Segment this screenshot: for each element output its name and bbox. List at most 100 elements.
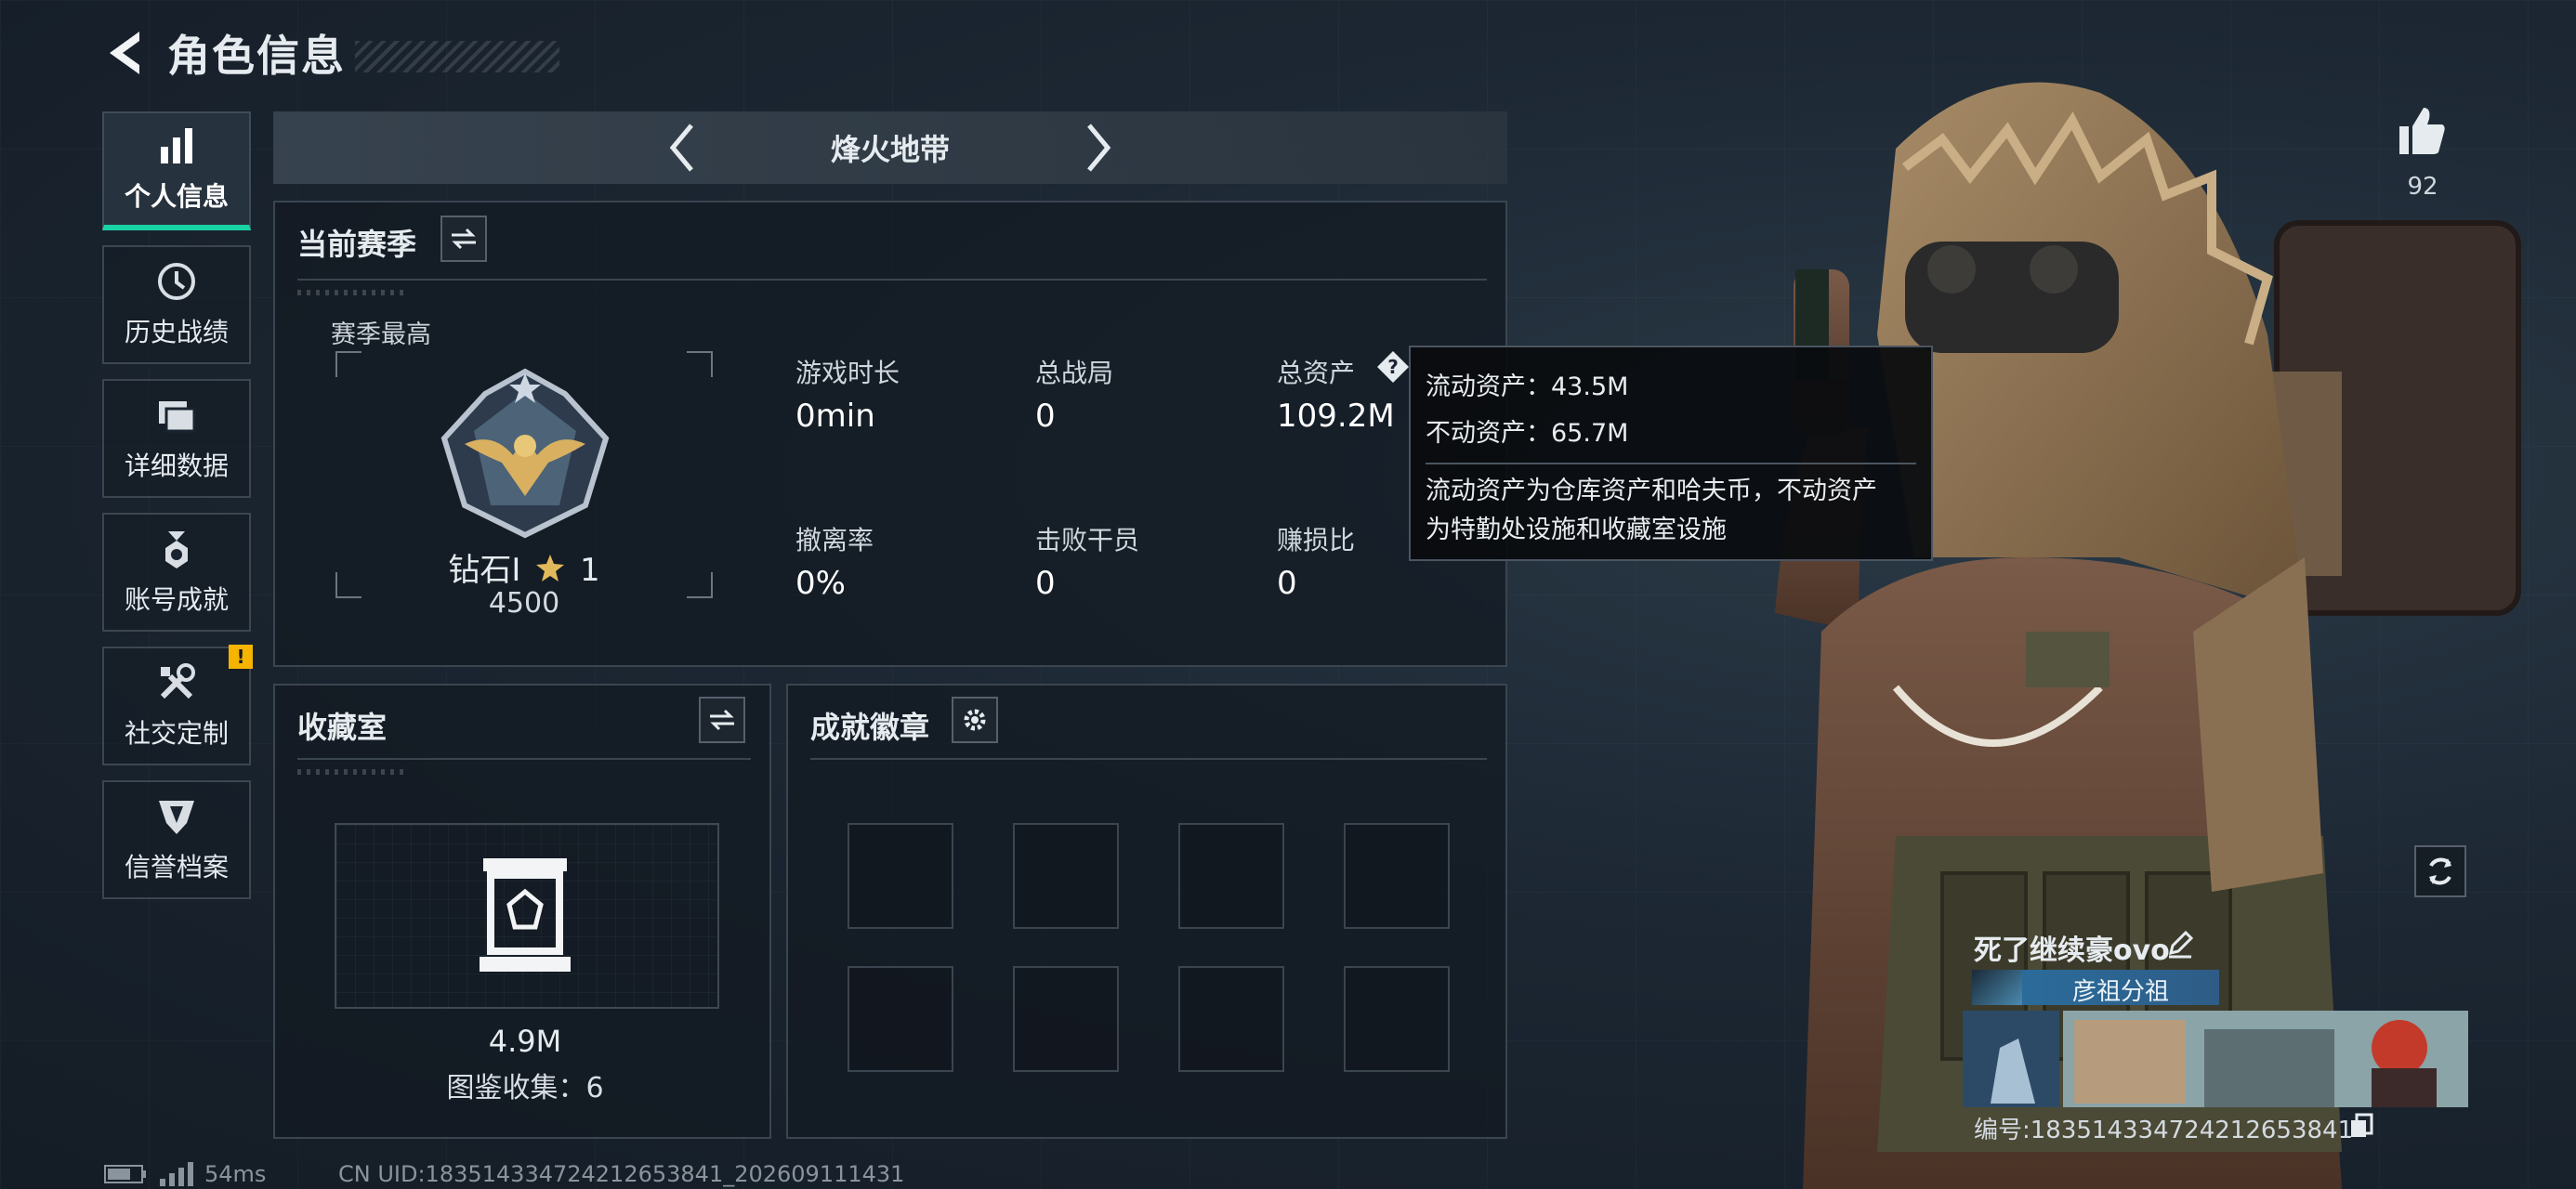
folder-icon bbox=[159, 401, 196, 433]
sidebar-item-label: 信誉档案 bbox=[124, 852, 229, 882]
rank-emblem-icon bbox=[440, 368, 610, 539]
season-divider bbox=[297, 279, 1487, 281]
season-title: 当前赛季 bbox=[297, 227, 417, 262]
shield-icon bbox=[159, 801, 194, 834]
page-header: 角色信息 bbox=[102, 20, 559, 85]
tooltip-note-line2: 为特勤处设施和收藏室设施 bbox=[1426, 516, 1727, 544]
stat-profit-ratio-value: 0 bbox=[1277, 565, 1297, 602]
edit-name-icon[interactable] bbox=[2165, 929, 2195, 959]
badge-slot[interactable] bbox=[1178, 966, 1284, 1072]
star-icon bbox=[536, 555, 565, 581]
sidebar-item-label: 历史战绩 bbox=[124, 317, 229, 347]
assets-tooltip: 流动资产：43.5M 不动资产：65.7M 流动资产为仓库资产和哈夫币，不动资产… bbox=[1409, 346, 1933, 561]
achievement-panel: 成就徽章 bbox=[786, 684, 1507, 1139]
collection-preview[interactable] bbox=[335, 823, 719, 1009]
tooltip-divider bbox=[1426, 463, 1916, 464]
collection-divider bbox=[297, 758, 751, 760]
badge-slot[interactable] bbox=[1344, 823, 1450, 929]
collection-value: 4.9M bbox=[488, 1024, 562, 1059]
sidebar-item-reputation[interactable]: 信誉档案 bbox=[102, 780, 251, 899]
rotate-model-button[interactable] bbox=[2414, 845, 2466, 897]
copy-icon[interactable] bbox=[2349, 1113, 2373, 1139]
tooltip-fixed-assets: 不动资产：65.7M bbox=[1426, 419, 1629, 448]
player-id: 编号:1835143347242126538​41 bbox=[1974, 1117, 2354, 1144]
achievement-divider bbox=[810, 758, 1487, 760]
rank-stars: 1 bbox=[580, 552, 600, 589]
sidebar-item-label: 账号成就 bbox=[124, 584, 229, 615]
badge-slot[interactable] bbox=[1178, 823, 1284, 929]
stat-kills-value: 0 bbox=[1035, 565, 1056, 602]
sidebar-item-history[interactable]: 历史战绩 bbox=[102, 245, 251, 364]
swap-icon bbox=[452, 228, 476, 250]
season-best-label: 赛季最高 bbox=[331, 320, 431, 349]
stat-assets-label: 总资产 bbox=[1277, 358, 1356, 388]
sidebar-item-label: 详细数据 bbox=[124, 451, 229, 481]
player-name: 死了继续豪ovo bbox=[1974, 934, 2170, 967]
back-arrow-icon[interactable] bbox=[102, 28, 147, 78]
badge-slot[interactable] bbox=[1013, 823, 1119, 929]
clan-name: 彦祖分祖 bbox=[2071, 978, 2169, 1006]
mode-selector: 烽火地带 bbox=[273, 111, 1507, 184]
stat-kills-label: 击败干员 bbox=[1035, 525, 1140, 555]
rank-name: 钻石I bbox=[448, 552, 521, 589]
sidebar-item-label: 个人信息 bbox=[124, 181, 229, 212]
badge-slot[interactable] bbox=[848, 823, 953, 929]
thumbs-up-icon[interactable] bbox=[2396, 102, 2448, 158]
ping-text: 54ms bbox=[204, 1161, 267, 1187]
sidebar-item-label: 社交定制 bbox=[124, 718, 229, 749]
collection-switch-button[interactable] bbox=[699, 697, 745, 743]
sidebar-nav: 个人信息 历史战绩 详细数据 账号成就 社交定制 ! 信誉档案 bbox=[102, 111, 255, 914]
stat-playtime-value: 0min bbox=[795, 398, 875, 435]
battery-icon bbox=[104, 1165, 146, 1183]
stat-matches-value: 0 bbox=[1035, 398, 1056, 435]
player-card-images[interactable] bbox=[1963, 1011, 2468, 1107]
stat-assets-value: 109.2M bbox=[1277, 398, 1395, 435]
clan-banner[interactable]: 彦祖分祖 bbox=[1972, 970, 2219, 1006]
rank-name-row: 钻石I 1 bbox=[335, 544, 713, 590]
like-count: 92 bbox=[2407, 173, 2438, 201]
page-title: 角色信息 bbox=[167, 31, 346, 81]
stat-profit-ratio-label: 赚损比 bbox=[1277, 525, 1356, 555]
gear-icon bbox=[964, 709, 986, 731]
tooltip-note-line1: 流动资产为仓库资产和哈夫币，不动资产 bbox=[1426, 477, 1877, 505]
stat-extract-rate-label: 撤离率 bbox=[795, 525, 874, 555]
sidebar-item-achievements[interactable]: 账号成就 bbox=[102, 513, 251, 632]
clan-avatar bbox=[1972, 970, 2022, 1005]
bar-chart-icon bbox=[161, 128, 192, 163]
collection-count: 图鉴收集：6 bbox=[446, 1072, 604, 1104]
next-mode-button[interactable] bbox=[1080, 120, 1117, 176]
signal-icon bbox=[160, 1162, 193, 1186]
swap-icon bbox=[710, 709, 734, 731]
decoration bbox=[297, 769, 409, 775]
achievement-title: 成就徽章 bbox=[810, 710, 930, 745]
achievement-settings-button[interactable] bbox=[952, 697, 998, 743]
display-case-icon bbox=[480, 858, 571, 972]
mode-label: 烽火地带 bbox=[830, 132, 950, 167]
tooltip-liquid-assets: 流动资产：43.5M bbox=[1426, 372, 1629, 401]
previous-mode-button[interactable] bbox=[664, 120, 701, 176]
collection-panel: 收藏室 4.9M 图鉴收集：6 bbox=[273, 684, 771, 1139]
help-icon[interactable]: ? bbox=[1375, 349, 1411, 385]
sidebar-item-detailed-data[interactable]: 详细数据 bbox=[102, 379, 251, 498]
stat-matches-label: 总战局 bbox=[1035, 358, 1114, 388]
tools-icon bbox=[160, 663, 195, 699]
badge-slot[interactable] bbox=[1344, 966, 1450, 1072]
title-decoration bbox=[355, 41, 559, 72]
badge-slot[interactable] bbox=[1013, 966, 1119, 1072]
alert-badge: ! bbox=[229, 645, 253, 669]
clock-icon bbox=[158, 263, 195, 300]
status-bar: 54ms bbox=[104, 1161, 266, 1187]
collection-title: 收藏室 bbox=[297, 710, 388, 745]
medal-icon bbox=[165, 531, 188, 568]
decoration bbox=[297, 290, 409, 295]
svg-text:?: ? bbox=[1387, 356, 1399, 378]
sidebar-item-personal-info[interactable]: 个人信息 bbox=[102, 111, 251, 230]
refresh-icon bbox=[2429, 857, 2451, 885]
season-switch-button[interactable] bbox=[440, 216, 487, 262]
badge-slot[interactable] bbox=[848, 966, 953, 1072]
uid-text: CN UID:183514334724212653841_20260911143… bbox=[338, 1161, 905, 1187]
rank-score: 4500 bbox=[488, 587, 560, 620]
sidebar-item-social-custom[interactable]: 社交定制 ! bbox=[102, 645, 253, 765]
stat-extract-rate-value: 0% bbox=[795, 565, 846, 602]
stat-playtime-label: 游戏时长 bbox=[795, 358, 900, 388]
